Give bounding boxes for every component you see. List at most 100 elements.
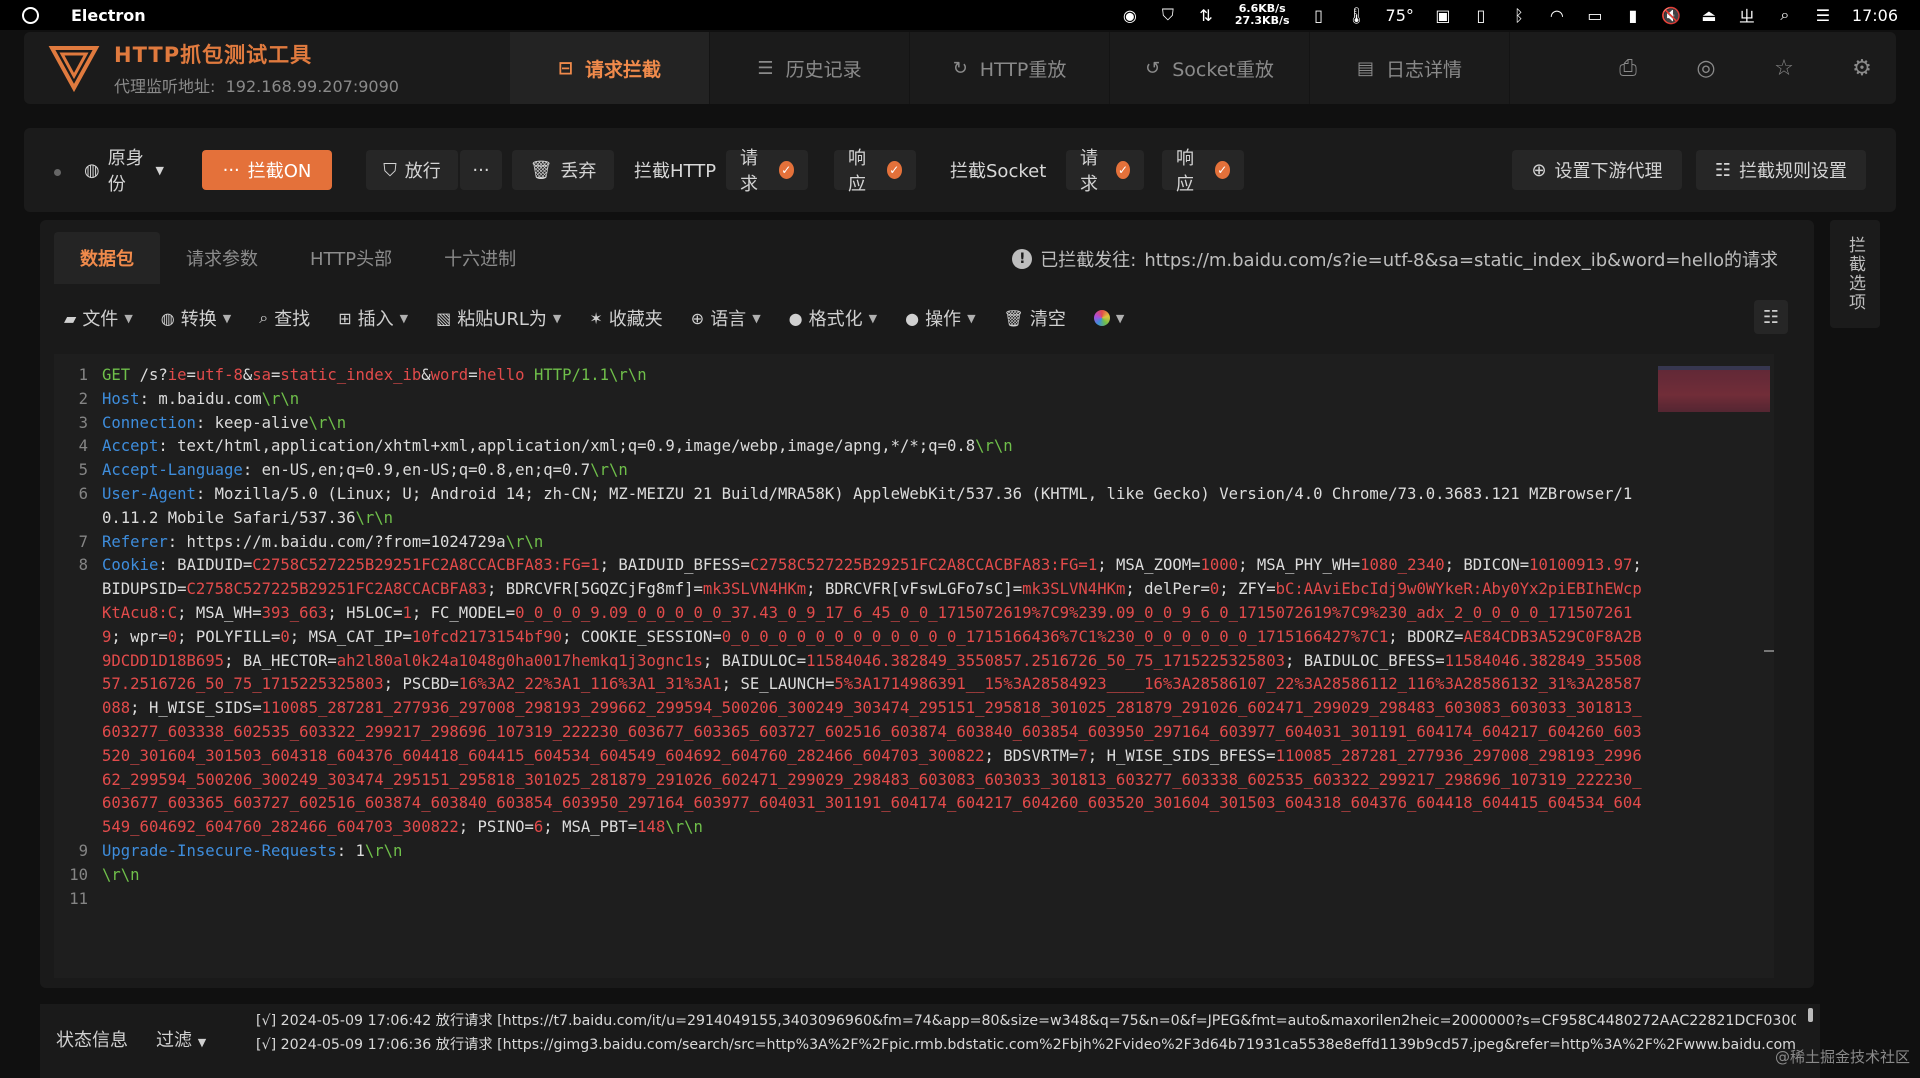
shield-icon: ⛉ [1161, 5, 1174, 24]
user-icon: ◍ [84, 159, 100, 181]
ime-icon: ㄓ [1738, 7, 1755, 26]
system-status-bar: Electron ◉ ⛉ ⇅ 6.6KB/s 27.3KB/s ▯ 🌡 75° ▣… [0, 0, 1920, 30]
intercept-rules-button[interactable]: ☷ 拦截规则设置 [1696, 150, 1866, 190]
log-icon: ▤ [1356, 57, 1374, 79]
replay-icon: ↻ [952, 57, 968, 79]
editor-toolbar: ▰ 文件 ▼ ◍ 转换 ▼ ⌕ 查找 ⊞ 插入 ▼ ▧ 粘贴URL为 ▼ ✶ 收藏夹 ⊕ 语言 ▼ ● 格… [40, 296, 1814, 340]
code-line: 2 Host: m.baidu.com\r\n [78, 389, 300, 408]
watermark: @稀土掘金技术社区 [1774, 1048, 1910, 1066]
color-wheel-icon [1093, 310, 1110, 326]
replay-icon: ↺ [1145, 57, 1161, 79]
eject-icon: ⏏ [1701, 5, 1717, 25]
discard-button[interactable]: 🗑 丢弃 [512, 150, 614, 190]
theme-menu[interactable]: ▼ [1093, 310, 1124, 326]
signal-arrows-icon: ⇅ [1199, 5, 1213, 25]
dots-icon: ··· [222, 159, 240, 181]
toggle-icon[interactable]: ☰ [1814, 6, 1832, 25]
packet-tabs: 数据包 请求参数 HTTP头部 十六进制 [54, 232, 542, 284]
convert-menu[interactable]: ◍ 转换 ▼ [161, 305, 231, 331]
bluetooth-icon: ᛒ [1514, 5, 1524, 25]
thermometer-icon: 🌡 [1346, 5, 1367, 25]
network-speed: 6.6KB/s 27.3KB/s [1234, 2, 1290, 27]
release-more-button[interactable]: ··· [460, 150, 502, 190]
intercept-on-button[interactable]: ··· 拦截ON [202, 150, 332, 190]
intercepted-url: https://m.baidu.com/s?ie=utf-8&sa=static… [1144, 250, 1778, 271]
code-minimap[interactable] [1658, 366, 1770, 412]
plus-circle-icon: ⊕ [1531, 159, 1547, 181]
log-scrollbar[interactable] [1808, 1008, 1813, 1022]
tab-request-intercept[interactable]: ⊟ 请求拦截 [510, 32, 710, 104]
drag-dot-icon [54, 169, 61, 176]
proxy-address: 192.168.99.207:9090 [225, 77, 399, 96]
code-line: 9 Upgrade-Insecure-Requests: 1\r\n [78, 841, 403, 860]
app-circle-icon [22, 6, 39, 24]
file-menu[interactable]: ▰ 文件 ▼ [64, 305, 133, 331]
socket-request-toggle[interactable]: 请求 ✓ [1066, 148, 1144, 195]
sliders-icon: ☷ [1714, 159, 1732, 181]
clear-button[interactable]: 🗑 清空 [1004, 305, 1066, 331]
scroll-indicator[interactable] [1764, 650, 1774, 652]
intercept-options-tab[interactable]: 拦截选项 [1830, 220, 1880, 328]
tab-packet[interactable]: 数据包 [54, 232, 160, 284]
status-info-tab[interactable]: 状态信息 [56, 1026, 128, 1052]
screen-icon: ▭ [1587, 5, 1603, 25]
github-icon[interactable]: ◎ [1690, 52, 1722, 84]
paste-url-menu[interactable]: ▧ 粘贴URL为 ▼ [436, 305, 561, 331]
release-button[interactable]: ⛉ 放行 [366, 150, 458, 190]
app-title: HTTP抓包测试工具 [114, 43, 313, 67]
socket-response-toggle[interactable]: 响应 ✓ [1162, 148, 1244, 195]
clock: 17:06 [1851, 5, 1898, 25]
print-icon[interactable]: ⎙ [1612, 52, 1644, 84]
intercept-socket-label: 拦截Socket [950, 161, 1047, 182]
code-line: 7 Referer: https://m.baidu.com/?from=1024… [78, 532, 544, 551]
main-nav: ⊟ 请求拦截 ☰ 历史记录 ↻ HTTP重放 ↺ Socket重放 ▤ 日志详情 [510, 32, 1510, 104]
tab-http-headers[interactable]: HTTP头部 [284, 232, 418, 284]
editor-settings-button[interactable]: ☷ [1754, 300, 1788, 334]
gear-icon[interactable]: ⚙ [1846, 52, 1878, 84]
trash-icon: 🗑 [1003, 308, 1024, 328]
folder-icon: ▰ [64, 308, 77, 328]
tab-hex[interactable]: 十六进制 [418, 232, 542, 284]
code-line: 6 User-Agent: Mozilla/5.0 (Linux; U; Andr… [78, 484, 1633, 527]
phone-icon: ▯ [1476, 5, 1486, 25]
tab-socket-replay[interactable]: ↺ Socket重放 [1110, 32, 1310, 104]
star-icon[interactable]: ☆ [1768, 52, 1800, 84]
tab-request-params[interactable]: 请求参数 [160, 232, 284, 284]
notification-icon: ◉ [1122, 5, 1137, 25]
tab-http-replay[interactable]: ↻ HTTP重放 [910, 32, 1110, 104]
chevron-down-icon: ▼ [197, 1036, 207, 1049]
inbox-icon: ⊟ [557, 57, 574, 79]
search-icon[interactable]: ⌕ [1776, 5, 1794, 24]
intercept-toolbar: ◍ 原身份 ▼ ··· 拦截ON ⛉ 放行 ··· 🗑 丢弃 拦截HTTP 请求… [24, 128, 1896, 212]
action-icon: ● [905, 308, 920, 328]
code-line: 8 Cookie: BAIDUID=C2758C527225B29251FC2A8… [78, 556, 1652, 837]
tab-history[interactable]: ☰ 历史记录 [710, 32, 910, 104]
find-button[interactable]: ⌕ 查找 [259, 305, 310, 331]
intercept-http-label: 拦截HTTP [634, 161, 717, 182]
find-icon: ⌕ [259, 308, 269, 327]
language-menu[interactable]: ⊕ 语言 ▼ [691, 305, 761, 331]
filter-dropdown[interactable]: 过滤 ▼ [156, 1026, 206, 1052]
code-line: 10 \r\n [69, 865, 140, 884]
log-list: [√] 2024-05-09 17:06:42 放行请求 [https://t7… [256, 1010, 1796, 1057]
insert-menu[interactable]: ⊞ 插入 ▼ [338, 305, 408, 331]
code-line: 1 GET /s?ie=utf-8&sa=static_index_ib&word… [78, 366, 647, 384]
intercept-notice: ! 已拦截发往: https://m.baidu.com/s?ie=utf-8&… [1012, 246, 1778, 272]
shield-check-icon: ⛉ [383, 159, 397, 181]
action-menu[interactable]: ● 操作 ▼ [905, 305, 975, 331]
convert-icon: ◍ [160, 308, 175, 328]
format-icon: ● [788, 308, 803, 328]
http-request-toggle[interactable]: 请求 ✓ [726, 148, 808, 195]
info-icon: ! [1012, 249, 1033, 269]
upstream-proxy-button[interactable]: ⊕ 设置下游代理 [1512, 150, 1682, 190]
http-response-toggle[interactable]: 响应 ✓ [834, 148, 916, 195]
app-name: Electron [71, 5, 146, 25]
tab-log-detail[interactable]: ▤ 日志详情 [1310, 32, 1510, 104]
format-menu[interactable]: ● 格式化 ▼ [789, 305, 877, 331]
identity-select[interactable]: ◍ 原身份 ▼ [70, 148, 178, 195]
app-logo-icon [48, 46, 100, 93]
sim-icon: ▯ [1314, 5, 1323, 25]
favorites-button[interactable]: ✶ 收藏夹 [589, 305, 662, 331]
battery-icon: ▮ [1628, 5, 1638, 25]
packet-editor[interactable]: 1 GET /s?ie=utf-8&sa=static_index_ib&word… [54, 354, 1774, 978]
